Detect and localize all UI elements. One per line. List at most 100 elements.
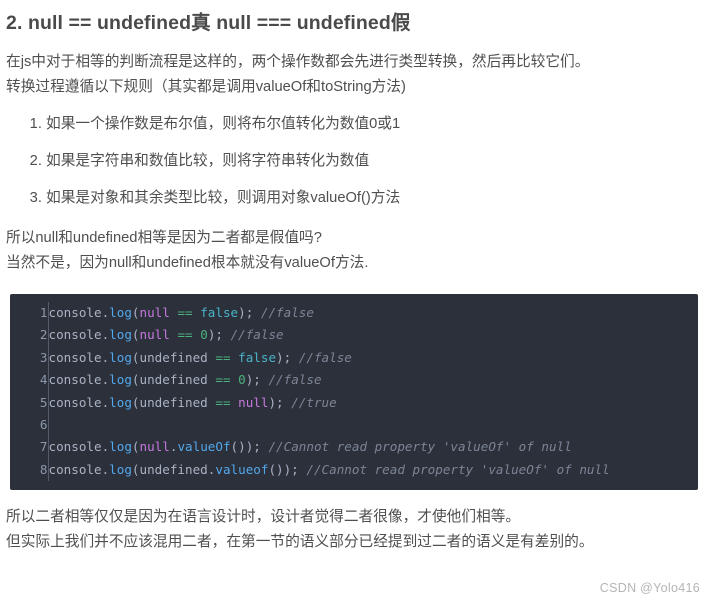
code-token: //false [268,372,322,388]
page-title: 2. null == undefined真 null === undefined… [6,12,411,34]
code-token: console [48,305,102,320]
code-token: == [177,327,193,343]
code-token: null [139,305,170,320]
code-line: 2 console.log(null == 0); //false [10,324,698,347]
code-token: undefined [139,394,208,410]
code-line: 8 console.log(undefined.valueof()); //Can… [10,458,698,482]
code-token: ); [245,372,269,388]
code-token: valueof [215,461,269,477]
code-token: //false [260,305,314,320]
code-line: 1 console.log(null == false); //false [10,302,698,325]
code-token: undefined [139,372,208,388]
code-line-content: console.log(undefined.valueof()); //Cann… [47,458,698,482]
code-line-content [47,414,698,437]
code-line: 4 console.log(undefined == 0); //false [10,369,698,392]
code-token: ()); [268,461,307,477]
code-token: log [109,305,132,320]
csdn-watermark: CSDN @Yolo416 [599,581,700,595]
code-line-content: console.log(undefined == false); //false [47,346,698,370]
code-table: 1 console.log(null == false); //false 2 con… [10,302,698,482]
code-token: == [215,394,231,410]
code-token: console [48,349,102,365]
code-token: log [109,372,132,388]
code-token: ()); [230,439,269,455]
line-number: 8 [39,461,48,477]
line-number: 3 [39,349,48,365]
code-token: 0 [200,327,208,343]
code-token: console [48,327,102,343]
code-token: //false [230,327,284,343]
code-token: //Cannot read property 'valueOf' of null [268,439,572,455]
outro-line-2: 但实际上我们并不应该混用二者，在第一节的语义部分已经提到过二者的语义是有差别的。 [6,534,594,551]
code-token: log [109,461,132,477]
code-token: ( [131,372,140,388]
code-token: null [139,439,170,455]
code-line: 6 [10,414,698,437]
code-line-content: console.log(null == false); //false [47,302,698,325]
line-number: 6 [39,417,48,433]
code-token: == [215,372,231,388]
code-token: console [48,439,102,455]
midtext-line-2: 当然不是，因为null和undefined根本就没有valueOf方法. [6,255,369,271]
code-token: ( [131,305,140,320]
code-token: ); [276,349,299,365]
code-token: //true [291,394,337,410]
code-token: ( [131,394,140,410]
code-token: ); [238,305,261,320]
code-token: ( [131,349,140,365]
code-token: null [238,394,269,410]
midtext-line-1: 所以null和undefined相等是因为二者都是假值吗? [6,230,322,246]
code-token: log [109,349,132,365]
outro-line-1: 所以二者相等仅仅是因为在语言设计时，设计者觉得二者很像，才使他们相等。 [6,509,521,526]
intro-line-2: 转换过程遵循以下规则（其实都是调用valueOf和toString方法) [6,79,406,95]
code-token: //Cannot read property 'valueOf' of null [306,461,610,477]
code-token: log [109,439,132,455]
code-token: == [215,349,231,365]
code-token: ); [268,394,292,410]
code-token: ( [131,439,140,455]
code-token: false [238,349,277,365]
code-body: 1 console.log(null == false); //false 2 con… [10,302,698,482]
code-token: undefined [139,461,208,477]
outro-paragraph: 所以二者相等仅仅是因为在语言设计时，设计者觉得二者很像，才使他们相等。 但实际上… [0,505,708,555]
code-token: ( [131,461,140,477]
code-token: == [177,305,193,320]
code-token: console [48,394,102,410]
conversion-rules-list: 如果一个操作数是布尔值，则将布尔值转化为数值0或1 如果是字符串和数值比较，则将… [0,114,708,208]
code-token: log [109,394,132,410]
code-token: null [139,327,170,343]
code-token: undefined [139,349,208,365]
list-item: 如果是对象和其余类型比较，则调用对象valueOf()方法 [46,188,708,208]
code-line: 5 console.log(undefined == null); //true [10,391,698,415]
code-line: 3 console.log(undefined == false); //fals… [10,346,698,370]
line-number: 5 [39,394,48,410]
article-page: 2. null == undefined真 null === undefined… [0,8,708,555]
code-line-content: console.log(null.valueOf()); //Cannot re… [47,436,698,459]
list-item: 如果是字符串和数值比较，则将字符串转化为数值 [46,151,708,171]
code-line-content: console.log(undefined == null); //true [47,391,698,415]
code-token: ); [207,327,231,343]
midtext-paragraph: 所以null和undefined相等是因为二者都是假值吗? 当然不是，因为nul… [0,226,708,276]
line-number: 4 [39,372,48,388]
list-item: 如果一个操作数是布尔值，则将布尔值转化为数值0或1 [46,114,708,134]
code-token: //false [298,349,352,365]
code-block[interactable]: 1 console.log(null == false); //false 2 con… [10,294,698,491]
code-token: console [48,372,102,388]
code-token: log [109,327,132,343]
line-number: 2 [39,327,48,343]
code-token: console [48,461,102,477]
code-line: 7 console.log(null.valueOf()); //Cannot r… [10,436,698,459]
intro-line-1: 在js中对于相等的判断流程是这样的，两个操作数都会先进行类型转换，然后再比较它们… [6,54,590,70]
code-token: false [200,305,239,320]
code-line-content: console.log(null == 0); //false [47,324,698,347]
code-line-content: console.log(undefined == 0); //false [47,369,698,392]
line-number: 1 [39,305,48,320]
intro-paragraph: 在js中对于相等的判断流程是这样的，两个操作数都会先进行类型转换，然后再比较它们… [0,50,708,100]
code-token: valueOf [177,439,231,455]
code-token: 0 [238,372,246,388]
code-token: ( [131,327,140,343]
line-number: 7 [39,439,48,455]
